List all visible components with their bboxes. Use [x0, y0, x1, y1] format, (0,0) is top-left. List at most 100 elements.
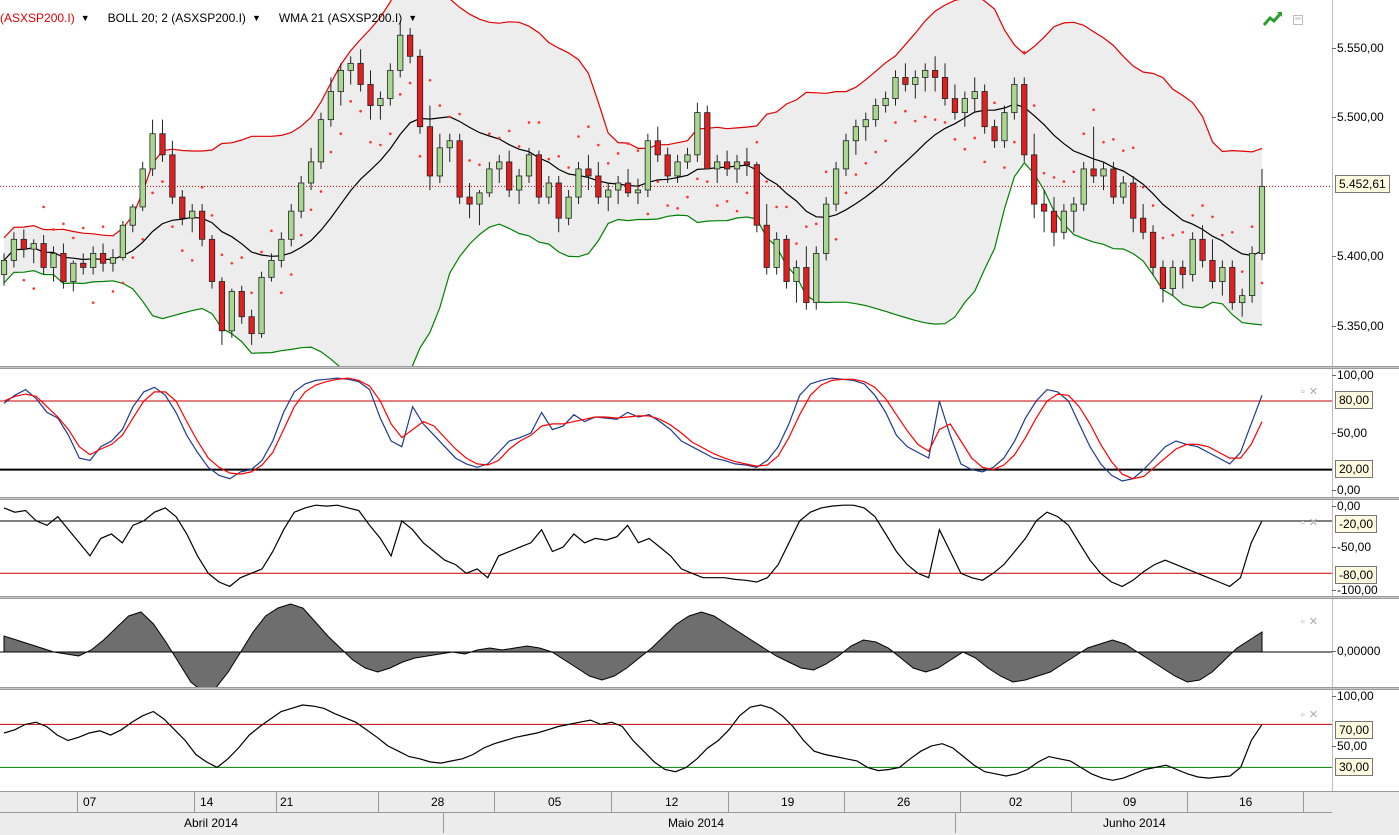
candle-body: [932, 69, 939, 78]
day-tick: [960, 792, 961, 812]
sar-dot: [161, 180, 164, 183]
williams-tick: -100,00: [1332, 583, 1378, 597]
sar-dot: [408, 81, 412, 85]
candle-body: [298, 182, 305, 212]
day-label: 12: [665, 795, 679, 809]
macd-chart[interactable]: [0, 599, 1332, 687]
day-tick: [276, 792, 277, 812]
day-label: 21: [280, 795, 294, 809]
candle-body: [70, 262, 77, 282]
pane-controls[interactable]: ▫✕: [1301, 708, 1322, 721]
rsi-pane[interactable]: ▫✕: [0, 690, 1332, 791]
legend-symbol[interactable]: (ASXSP200.I) ▼: [0, 11, 90, 25]
sar-dot: [606, 161, 610, 165]
rsi-chart[interactable]: [0, 690, 1332, 791]
candle-body: [605, 189, 612, 198]
trend-arrow-icon[interactable]: [1262, 10, 1284, 31]
macd-pane[interactable]: ▫✕: [0, 599, 1332, 687]
stochastic-pane[interactable]: ▫✕: [0, 369, 1332, 497]
candle-body: [1229, 267, 1236, 304]
sar-dot: [230, 261, 234, 265]
chevron-down-icon[interactable]: ▼: [252, 13, 261, 23]
sar-dot: [1102, 140, 1105, 144]
sar-dot: [854, 173, 858, 176]
candle-body: [397, 34, 404, 71]
sar-dot: [62, 222, 65, 226]
sar-dot: [1151, 204, 1155, 207]
candle-body: [199, 210, 206, 240]
candle-body: [763, 224, 770, 268]
sar-dot: [656, 180, 660, 183]
candle-body: [307, 161, 315, 184]
sar-dot: [666, 204, 669, 207]
sar-dot: [616, 152, 620, 155]
rsi-tick: 100,00: [1332, 689, 1374, 703]
candle-body: [208, 238, 216, 282]
candle-body: [555, 182, 562, 219]
williams-tick: -50,00: [1331, 540, 1372, 554]
sar-dot: [1082, 132, 1086, 136]
candle-body: [753, 164, 760, 226]
williams-pane[interactable]: ▫✕: [0, 500, 1332, 596]
pane-controls[interactable]: ▫✕: [1301, 516, 1322, 529]
sar-dot: [864, 161, 868, 165]
day-tick: [494, 792, 495, 812]
time-axis[interactable]: 07 14 21 28 05 12 19 26 02 09 16 Abril 2014 Maio 2…: [0, 791, 1399, 835]
candle-body: [991, 126, 998, 142]
chevron-down-icon[interactable]: ▼: [408, 13, 417, 23]
sar-dot: [993, 101, 996, 105]
candle-body: [674, 161, 681, 177]
month-row: Abril 2014 Maio 2014 Junho 2014: [0, 812, 1332, 833]
stochastic-chart[interactable]: [0, 369, 1332, 497]
candle-body: [159, 133, 166, 156]
candle-body: [476, 192, 483, 205]
candle-body: [1031, 154, 1038, 205]
sar-dot: [904, 109, 907, 113]
sar-dot: [1122, 149, 1125, 152]
sar-dot: [884, 139, 887, 143]
candle-body: [248, 316, 255, 335]
sar-dot: [1250, 225, 1254, 228]
candle-body: [723, 161, 731, 170]
candle-body: [337, 69, 344, 92]
candle-body: [60, 252, 67, 282]
sar-dot: [369, 140, 372, 144]
sar-dot: [923, 115, 927, 119]
candle-body: [951, 98, 959, 114]
candle-body: [902, 77, 909, 85]
sar-dot: [349, 100, 352, 103]
sar-dot: [448, 115, 452, 119]
day-tick: [1303, 792, 1304, 812]
candle-body: [525, 154, 533, 177]
candle-body: [872, 105, 879, 121]
price-chart[interactable]: [0, 0, 1332, 366]
candle-body: [535, 154, 543, 198]
sar-dot: [1022, 50, 1026, 54]
williams-chart[interactable]: [0, 500, 1332, 596]
candle-body: [387, 69, 394, 99]
sar-dot: [894, 121, 897, 124]
candle-body: [704, 112, 711, 170]
sar-dot: [1112, 138, 1115, 141]
candle-body: [892, 77, 899, 99]
candle-body: [40, 243, 47, 268]
sar-dot: [1092, 108, 1095, 112]
sar-dot: [963, 147, 967, 151]
sar-dot: [636, 149, 640, 152]
maximize-pane-icon[interactable]: [1293, 14, 1303, 28]
price-tick: 5.500,00: [1332, 110, 1384, 124]
sar-dot: [438, 104, 442, 107]
candle-body: [288, 210, 295, 240]
pane-controls[interactable]: ▫✕: [1301, 615, 1322, 628]
price-axis[interactable]: 5.550,00 5.500,00 5.452,61 5.400,00 5.35…: [1332, 0, 1399, 366]
legend-wma[interactable]: WMA 21 (ASXSP200.I) ▼: [279, 11, 417, 25]
candle-body: [733, 161, 741, 170]
sar-dot: [1032, 104, 1036, 107]
chevron-down-icon[interactable]: ▼: [81, 13, 90, 23]
williams-line: [3, 504, 1263, 588]
sar-dot: [379, 143, 382, 147]
legend-bollinger[interactable]: BOLL 20; 2 (ASXSP200.I) ▼: [108, 11, 261, 25]
pane-controls[interactable]: ▫✕: [1301, 385, 1322, 398]
candle-body: [228, 290, 235, 332]
price-pane[interactable]: (ASXSP200.I) ▼ BOLL 20; 2 (ASXSP200.I) ▼…: [0, 0, 1332, 366]
